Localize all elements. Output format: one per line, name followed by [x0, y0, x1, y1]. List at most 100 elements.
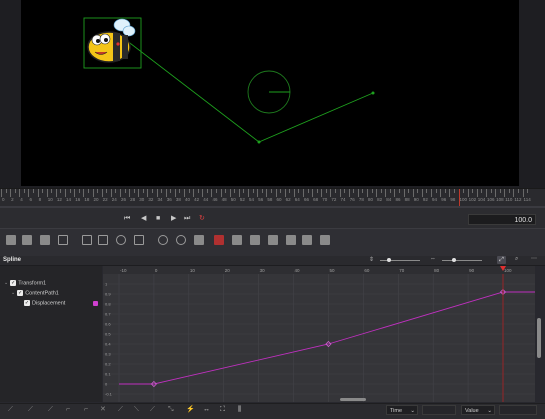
- tree-item-contentpath[interactable]: ⌄ ✓ ContentPath1: [11, 290, 59, 296]
- ruler-tick-label: 18: [84, 197, 90, 202]
- tool-icon[interactable]: [116, 235, 126, 245]
- more-options-icon[interactable]: ⋯: [531, 255, 537, 262]
- tool-icon[interactable]: ✕: [100, 406, 106, 414]
- bezier-tool-icon[interactable]: ⟋: [8, 406, 13, 414]
- y-tick-label: 0.3: [105, 352, 111, 357]
- tool-icon[interactable]: [250, 235, 260, 245]
- tool-icon[interactable]: [268, 235, 278, 245]
- ruler-major-tick: [92, 189, 94, 197]
- checkbox[interactable]: ✓: [17, 290, 24, 296]
- tool-icon[interactable]: [82, 235, 92, 245]
- step-back-icon[interactable]: ◀: [141, 215, 146, 223]
- tool-icon[interactable]: ↔: [203, 406, 210, 414]
- horizontal-scrollbar[interactable]: [340, 398, 366, 401]
- checkbox[interactable]: ✓: [10, 280, 17, 286]
- ruler-minor-tick: [444, 189, 446, 193]
- tool-icon[interactable]: [176, 235, 186, 245]
- ruler-minor-tick: [115, 189, 117, 193]
- checkbox[interactable]: ✓: [24, 300, 30, 306]
- path-point[interactable]: [371, 91, 375, 95]
- tool-icon[interactable]: ⛶: [220, 406, 225, 414]
- spline-curve-displacement[interactable]: [119, 291, 535, 385]
- ruler-tick-label: 86: [395, 197, 401, 202]
- ruler-minor-tick: [362, 189, 364, 193]
- tool-icon[interactable]: [40, 235, 50, 245]
- motion-path-overlay: [83, 17, 375, 144]
- tree-item-transform[interactable]: ⌄ ✓ Transform1: [4, 280, 46, 286]
- spline-graph[interactable]: -10 0 10 20 30 40 50 60 70 80 90 100 1 0.9 0.8 0.7 0.6 0.…: [103, 266, 535, 402]
- tool-icon[interactable]: ⟋: [118, 406, 123, 414]
- ruler-major-tick: [357, 189, 359, 197]
- step-forward-icon[interactable]: ▶: [171, 215, 176, 223]
- ruler-major-tick: [248, 189, 250, 197]
- zoom-icon[interactable]: ⌕: [515, 256, 518, 263]
- zoom-y-slider[interactable]: [380, 260, 420, 261]
- path-point[interactable]: [257, 140, 261, 144]
- value-dropdown[interactable]: Value ⌄: [461, 405, 495, 415]
- x-tick-label: 60: [364, 268, 370, 273]
- zoom-x-slider-knob[interactable]: [452, 258, 456, 262]
- time-dropdown[interactable]: Time ⌄: [386, 405, 418, 415]
- tool-icon[interactable]: ⤡: [168, 406, 174, 414]
- ruler-major-tick: [65, 189, 67, 197]
- tool-icon[interactable]: [134, 235, 144, 245]
- zoom-x-slider[interactable]: [442, 260, 482, 261]
- tool-icon[interactable]: ⚡: [186, 406, 195, 414]
- x-tick-label: 80: [434, 268, 440, 273]
- tool-icon[interactable]: [232, 235, 242, 245]
- ruler-major-tick: [238, 189, 240, 197]
- tool-icon[interactable]: ⟋: [28, 406, 33, 414]
- skip-to-end-icon[interactable]: ⏭: [184, 215, 190, 223]
- ruler-tick-label: 42: [194, 197, 200, 202]
- tool-icon[interactable]: ⌐: [84, 406, 88, 414]
- tool-icon[interactable]: [58, 235, 68, 245]
- ruler-major-tick: [156, 189, 158, 197]
- ruler-minor-tick: [225, 189, 227, 193]
- tool-icon[interactable]: [194, 235, 204, 245]
- vertical-scrollbar[interactable]: [537, 318, 541, 358]
- tool-icon[interactable]: ⌐: [66, 406, 70, 414]
- tool-icon[interactable]: [302, 235, 312, 245]
- skip-to-start-icon[interactable]: ⏮: [124, 215, 130, 223]
- tool-icon[interactable]: ⟋: [150, 406, 155, 414]
- ruler-tick-label: 88: [404, 197, 410, 202]
- chevron-down-icon[interactable]: ⌄: [11, 290, 15, 296]
- tool-icon[interactable]: [98, 235, 108, 245]
- value-field[interactable]: [499, 405, 537, 415]
- fit-icon[interactable]: ⤢: [497, 256, 506, 264]
- zoom-y-icon[interactable]: ⇕: [369, 256, 374, 263]
- time-value-field[interactable]: [422, 405, 456, 415]
- current-frame-field[interactable]: 100.0: [468, 214, 536, 225]
- tool-icon[interactable]: ⟍: [134, 406, 139, 414]
- tool-icon[interactable]: [22, 235, 32, 245]
- ruler-minor-tick: [14, 189, 16, 193]
- tool-icon[interactable]: [286, 235, 296, 245]
- tool-icon[interactable]: [214, 235, 224, 245]
- zoom-y-slider-knob[interactable]: [387, 258, 391, 262]
- tool-icon[interactable]: [320, 235, 330, 245]
- ruler-minor-tick: [508, 189, 510, 193]
- ruler-minor-tick: [60, 189, 62, 193]
- bee-image[interactable]: [87, 18, 136, 63]
- ruler-tick-label: 92: [422, 197, 428, 202]
- tool-icon[interactable]: [6, 235, 16, 245]
- ruler-minor-tick: [280, 189, 282, 193]
- ruler-playhead[interactable]: [458, 189, 460, 206]
- ruler-major-tick: [220, 189, 222, 197]
- chevron-down-icon[interactable]: ⌄: [4, 280, 8, 286]
- tool-icon[interactable]: ⫼: [238, 406, 241, 414]
- zoom-x-icon[interactable]: ⇔: [430, 256, 436, 262]
- motion-path[interactable]: [125, 39, 374, 143]
- ruler-major-tick: [330, 189, 332, 197]
- stop-icon[interactable]: ■: [156, 215, 160, 223]
- ruler-major-tick: [19, 189, 21, 197]
- tool-icon[interactable]: ⟋: [48, 406, 53, 414]
- ruler-major-tick: [74, 189, 76, 197]
- viewer-canvas[interactable]: [21, 0, 519, 186]
- timeline-ruler[interactable]: 0 2 4 6 8 10 12 14 16 18 20 22 24 26 28 30 32 34 36 38 40 42 4…: [0, 188, 545, 207]
- loop-icon[interactable]: ↻: [199, 215, 205, 223]
- tree-item-displacement[interactable]: ✓ Displacement: [24, 300, 65, 306]
- ruler-tick-label: 32: [148, 197, 154, 202]
- ruler-tick-label: 28: [130, 197, 136, 202]
- tool-icon[interactable]: [158, 235, 168, 245]
